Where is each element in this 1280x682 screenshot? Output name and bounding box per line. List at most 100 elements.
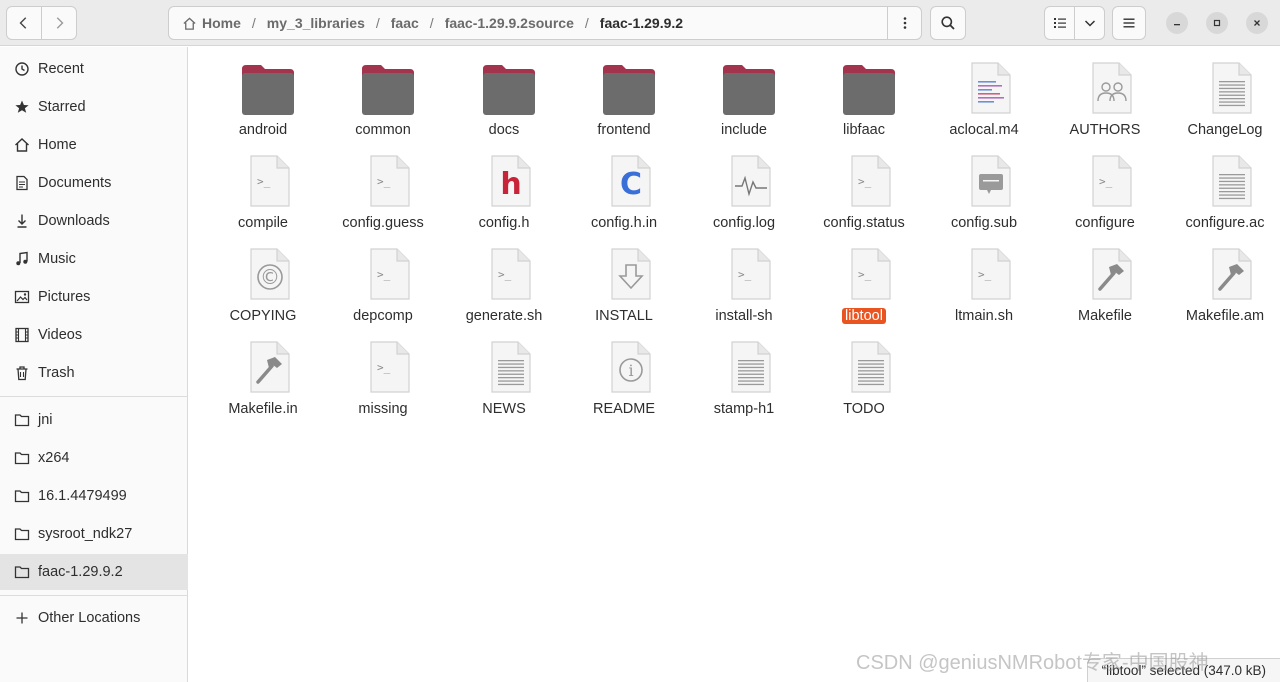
file-item[interactable]: config.sub <box>924 142 1044 232</box>
file-item[interactable]: Makefile.in <box>203 328 323 418</box>
terminal-script-icon: >_ <box>480 245 538 303</box>
file-item[interactable]: Makefile <box>1045 235 1165 325</box>
file-name-text: configure <box>1075 215 1135 231</box>
folder-icon <box>14 564 30 580</box>
watermark: CSDN @geniusNMRobot专家-中国股神 <box>856 652 1209 674</box>
path-menu-button[interactable] <box>887 7 921 39</box>
maximize-button[interactable] <box>1206 12 1228 34</box>
star-icon <box>14 99 30 115</box>
sidebar-item-label: Starred <box>38 99 86 115</box>
file-name: Makefile <box>1035 308 1175 324</box>
forward-button[interactable] <box>41 7 76 39</box>
sidebar-item-label: jni <box>38 412 53 428</box>
file-item[interactable]: Cconfig.h.in <box>564 142 684 232</box>
file-item[interactable]: config.log <box>684 142 804 232</box>
sidebar-item-label: 16.1.4479499 <box>38 488 127 504</box>
view-dropdown-button[interactable] <box>1074 7 1104 39</box>
sidebar-item-music[interactable]: Music <box>0 242 188 276</box>
sidebar-item-faac[interactable]: faac-1.29.9.2 <box>0 554 188 590</box>
back-button[interactable] <box>7 7 41 39</box>
sidebar-item-trash[interactable]: Trash <box>0 356 188 390</box>
file-item[interactable]: >_ config.status <box>804 142 924 232</box>
file-name-text: missing <box>358 401 408 417</box>
breadcrumb-faac-source[interactable]: faac-1.29.9.2source <box>440 15 579 31</box>
file-item[interactable]: AUTHORS <box>1045 49 1165 139</box>
file-item[interactable]: © COPYING <box>203 235 323 325</box>
svg-text:>_: >_ <box>978 268 992 281</box>
file-name-text: frontend <box>597 122 651 138</box>
file-item[interactable]: >_ ltmain.sh <box>924 235 1044 325</box>
file-name: libtool <box>794 308 934 324</box>
file-item[interactable]: stamp-h1 <box>684 328 804 418</box>
file-item[interactable]: >_missing <box>323 328 443 418</box>
chevron-left-icon <box>19 17 27 29</box>
file-name: compile <box>193 215 333 231</box>
file-item[interactable]: libfaac <box>804 49 924 139</box>
sidebar-item-videos[interactable]: Videos <box>0 318 188 352</box>
file-item[interactable]: h config.h <box>444 142 564 232</box>
file-name-text: TODO <box>843 401 885 417</box>
trash-icon <box>14 365 30 381</box>
folder-icon <box>239 59 297 117</box>
minimize-icon <box>1174 24 1180 26</box>
svg-text:>_: >_ <box>738 268 752 281</box>
sidebar-item-ndk-version[interactable]: 16.1.4479499 <box>0 479 188 513</box>
file-item[interactable]: i README <box>564 328 684 418</box>
file-name: INSTALL <box>554 308 694 324</box>
sidebar: Recent Starred Home Documents Downloads … <box>0 47 188 682</box>
file-item[interactable]: Makefile.am <box>1165 235 1280 325</box>
sidebar-item-documents[interactable]: Documents <box>0 166 188 200</box>
folder-icon <box>720 59 778 117</box>
sidebar-item-downloads[interactable]: Downloads <box>0 204 188 238</box>
file-item[interactable]: >_ depcomp <box>323 235 443 325</box>
sidebar-item-label: Music <box>38 251 76 267</box>
text-file-icon <box>1201 152 1259 210</box>
breadcrumb-my-3-libraries[interactable]: my_3_libraries <box>262 15 370 31</box>
sidebar-item-x264[interactable]: x264 <box>0 441 188 475</box>
file-item[interactable]: common <box>323 49 443 139</box>
sidebar-item-recent[interactable]: Recent <box>0 52 188 86</box>
breadcrumb-home[interactable]: Home <box>177 15 246 31</box>
main-menu-button[interactable] <box>1112 6 1146 40</box>
file-name: Makefile.in <box>193 401 333 417</box>
file-name: android <box>193 122 333 138</box>
file-item[interactable]: NEWS <box>444 328 564 418</box>
file-name-text: config.sub <box>950 215 1018 231</box>
file-item[interactable]: INSTALL <box>564 235 684 325</box>
file-item[interactable]: docs <box>444 49 564 139</box>
file-name-text: AUTHORS <box>1069 122 1141 138</box>
close-button[interactable] <box>1246 12 1268 34</box>
file-name: COPYING <box>193 308 333 324</box>
c-header-icon: h <box>480 152 538 210</box>
file-name: common <box>313 122 453 138</box>
sidebar-item-other-locations[interactable]: Other Locations <box>0 601 188 635</box>
file-name-text: common <box>355 122 411 138</box>
file-item[interactable]: configure.ac <box>1165 142 1280 232</box>
list-view-button[interactable] <box>1045 7 1074 39</box>
sidebar-item-sysroot-ndk27[interactable]: sysroot_ndk27 <box>0 517 188 551</box>
file-item[interactable]: >_ compile <box>203 142 323 232</box>
breadcrumb-current[interactable]: faac-1.29.9.2 <box>595 15 688 31</box>
file-item[interactable]: >_ generate.sh <box>444 235 564 325</box>
sidebar-item-pictures[interactable]: Pictures <box>0 280 188 314</box>
file-item[interactable]: TODO <box>804 328 924 418</box>
file-item[interactable]: ChangeLog <box>1165 49 1280 139</box>
sidebar-item-home[interactable]: Home <box>0 128 188 162</box>
svg-text:>_: >_ <box>377 361 391 374</box>
file-item[interactable]: >_ config.guess <box>323 142 443 232</box>
svg-text:h: h <box>500 167 521 202</box>
file-item[interactable]: >_ install-sh <box>684 235 804 325</box>
breadcrumb-faac[interactable]: faac <box>386 15 424 31</box>
file-name-text: generate.sh <box>465 308 543 324</box>
search-button[interactable] <box>930 6 966 40</box>
file-item[interactable]: aclocal.m4 <box>924 49 1044 139</box>
file-item[interactable]: android <box>203 49 323 139</box>
file-item[interactable]: >_ libtool <box>804 235 924 325</box>
file-item[interactable]: include <box>684 49 804 139</box>
sidebar-item-starred[interactable]: Starred <box>0 90 188 124</box>
minimize-button[interactable] <box>1166 12 1188 34</box>
file-item[interactable]: frontend <box>564 49 684 139</box>
sidebar-item-jni[interactable]: jni <box>0 403 188 437</box>
folder-icon <box>14 488 30 504</box>
file-item[interactable]: >_ configure <box>1045 142 1165 232</box>
